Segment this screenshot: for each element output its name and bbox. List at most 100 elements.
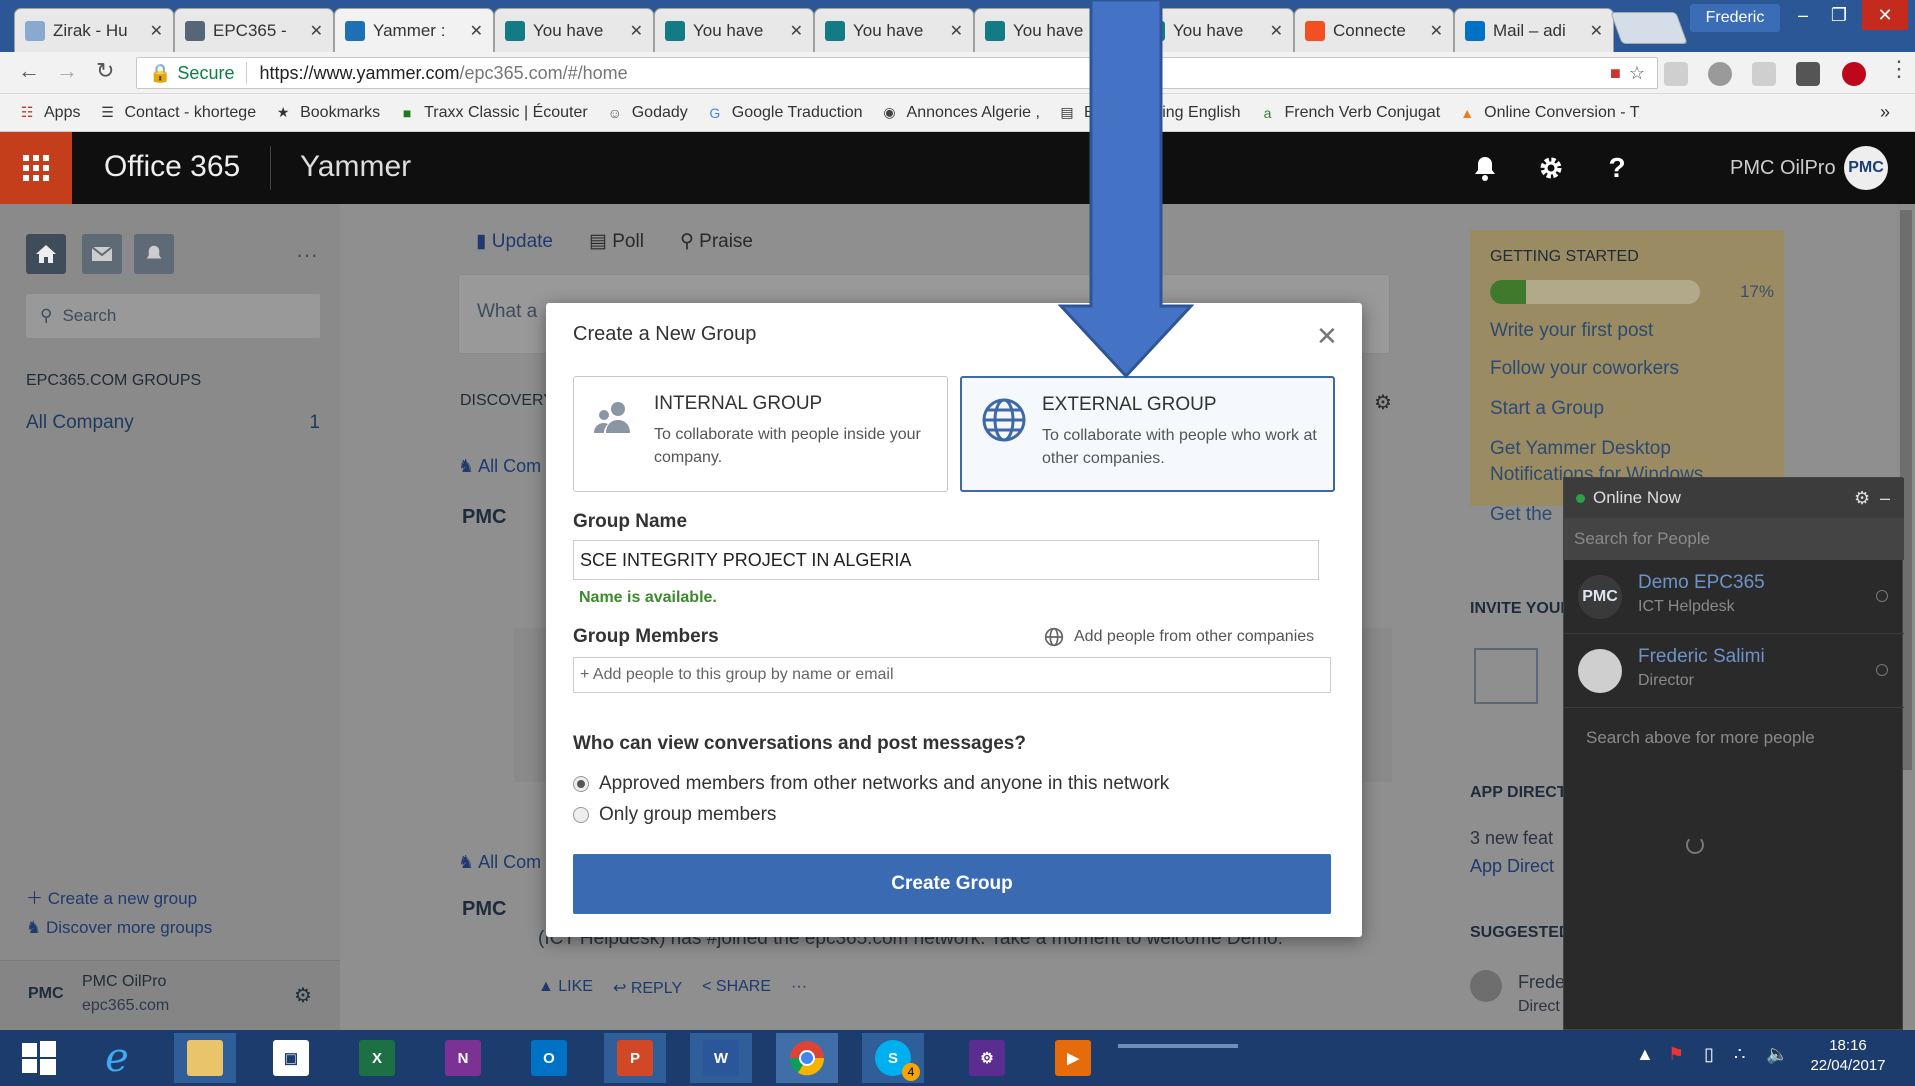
tab-close-icon[interactable]: ✕	[150, 21, 163, 41]
inbox-icon[interactable]	[82, 234, 122, 274]
feed-group-label-2[interactable]: ♞ All Com	[458, 852, 541, 873]
internal-group-option[interactable]: INTERNAL GROUP To collaborate with peopl…	[573, 376, 948, 492]
radio-button-selected[interactable]	[573, 776, 589, 792]
browser-tab[interactable]: EPC365 - ✕	[174, 8, 334, 52]
powerpoint-icon[interactable]: P	[604, 1033, 666, 1083]
notifications-icon[interactable]	[134, 234, 174, 274]
suggested-avatar[interactable]	[1470, 970, 1502, 1002]
person-name[interactable]: Demo EPC365	[1638, 572, 1765, 594]
settings-gear-icon[interactable]	[1518, 132, 1584, 204]
internet-explorer-icon[interactable]: e	[86, 1033, 148, 1083]
media-player-icon[interactable]: ▶	[1042, 1033, 1104, 1083]
online-person[interactable]: PMC Demo EPC365 ICT Helpdesk	[1564, 560, 1904, 634]
onenote-icon[interactable]: N	[432, 1033, 494, 1083]
bookmark-item[interactable]: G Google Traduction	[706, 104, 862, 122]
radio-button[interactable]	[573, 807, 589, 823]
tab-poll[interactable]: ▤ Poll	[589, 230, 644, 253]
members-input[interactable]: + Add people to this group by name or em…	[573, 657, 1331, 693]
browser-tab[interactable]: You have ✕	[814, 8, 974, 52]
app-directory-link[interactable]: App Direct	[1470, 856, 1554, 877]
online-person[interactable]: Frederic Salimi Director	[1564, 634, 1904, 708]
feed-group-label[interactable]: ♞ All Com	[458, 456, 541, 477]
getting-started-step[interactable]: Follow your coworkers	[1490, 358, 1679, 380]
skype-icon[interactable]: S 4	[862, 1033, 924, 1083]
online-now-header[interactable]: Online Now ⚙ –	[1564, 478, 1904, 518]
radio-group-members-only[interactable]: Only group members	[573, 804, 776, 826]
reply-button[interactable]: ↩ REPLY	[613, 978, 682, 998]
bookmark-item[interactable]: ▲ Online Conversion - T	[1458, 104, 1639, 122]
external-group-option[interactable]: EXTERNAL GROUP To collaborate with peopl…	[960, 376, 1335, 492]
outlook-icon[interactable]: O	[518, 1033, 580, 1083]
group-item-all-company[interactable]: All Company 1	[26, 412, 320, 434]
start-icon[interactable]	[8, 1033, 70, 1083]
tab-close-icon[interactable]: ✕	[950, 21, 963, 41]
bookmarks-overflow[interactable]: »	[1880, 102, 1890, 123]
getting-started-step[interactable]: Start a Group	[1490, 398, 1604, 420]
more-actions-button[interactable]: ···	[791, 978, 807, 998]
tray-expand-icon[interactable]: ▲	[1636, 1044, 1654, 1065]
menu-icon[interactable]: ⋮	[1888, 56, 1910, 82]
group-name-input[interactable]: SCE INTEGRITY PROJECT IN ALGERIA	[573, 540, 1319, 580]
skype-extension-icon-2[interactable]	[1752, 62, 1776, 86]
bookmark-item[interactable]: ★ Bookmarks	[274, 104, 380, 122]
network-settings-icon[interactable]: ⚙	[294, 983, 312, 1008]
tab-close-icon[interactable]: ✕	[630, 21, 643, 41]
office365-brand[interactable]: Office 365	[104, 150, 240, 184]
power-icon[interactable]: ▯	[1704, 1044, 1714, 1065]
bookmark-star-icon[interactable]: ☆	[1629, 63, 1645, 84]
browser-tab[interactable]: Yammer : ✕	[334, 8, 494, 52]
tab-close-icon[interactable]: ✕	[310, 21, 323, 41]
tab-update[interactable]: ▮ Update	[476, 230, 553, 253]
network-icon[interactable]: ∴	[1734, 1044, 1745, 1065]
help-icon[interactable]: ?	[1584, 132, 1650, 204]
suggested-name[interactable]: Frede	[1518, 972, 1565, 993]
tab-close-icon[interactable]: ✕	[790, 21, 803, 41]
browser-tab[interactable]: You have ✕	[654, 8, 814, 52]
tab-close-icon[interactable]: ✕	[1430, 21, 1443, 41]
getting-started-step[interactable]: Get the	[1490, 504, 1552, 526]
volume-icon[interactable]: 🔈	[1766, 1044, 1788, 1065]
minimize-chat-icon[interactable]: –	[1880, 488, 1890, 509]
browser-tab[interactable]: Connecte ✕	[1294, 8, 1454, 52]
reload-icon[interactable]: ↻	[96, 58, 114, 84]
pinterest-icon[interactable]	[1842, 62, 1866, 86]
new-tab-button[interactable]	[1610, 12, 1688, 44]
forward-icon[interactable]: →	[56, 58, 78, 84]
radio-approved-members[interactable]: Approved members from other networks and…	[573, 773, 1169, 795]
getting-started-step[interactable]: Get Yammer Desktop	[1490, 438, 1671, 460]
notifications-bell-icon[interactable]	[1452, 132, 1518, 204]
skype-extension-icon[interactable]	[1664, 62, 1688, 86]
bookmark-item[interactable]: ☺ Godady	[606, 104, 688, 122]
post-avatar[interactable]: PMC	[462, 506, 506, 529]
store-icon[interactable]: ▣	[260, 1033, 322, 1083]
like-button[interactable]: ▲ LIKE	[538, 978, 593, 998]
bookmark-item[interactable]: ☰ Contact - khortege	[98, 104, 256, 122]
restore-icon[interactable]: ❐	[1816, 0, 1862, 30]
network-footer[interactable]: PMC PMC OilPro epc365.com ⚙	[0, 960, 340, 1030]
app-launcher-icon[interactable]	[0, 132, 72, 204]
address-bar[interactable]: 🔒 Secure https://www.yammer.com/epc365.c…	[136, 57, 1658, 89]
people-search-input[interactable]: Search for People	[1564, 518, 1904, 560]
bookmark-item[interactable]: ■ Traxx Classic | Écouter	[398, 104, 588, 122]
action-center-icon[interactable]: ⚑	[1668, 1044, 1684, 1065]
avatar[interactable]: PMC	[1844, 146, 1888, 190]
excel-icon[interactable]: X	[346, 1033, 408, 1083]
blocked-popup-icon[interactable]: ■	[1610, 63, 1621, 84]
tab-close-icon[interactable]: ✕	[1590, 21, 1603, 41]
add-external-people-link[interactable]: Add people from other companies	[1044, 627, 1314, 647]
file-explorer-icon[interactable]	[174, 1033, 236, 1083]
close-window-icon[interactable]: ✕	[1862, 0, 1908, 30]
search-input[interactable]: ⚲ Search	[26, 294, 320, 338]
tab-close-icon[interactable]: ✕	[1270, 21, 1283, 41]
app-name[interactable]: Yammer	[300, 150, 411, 184]
person-name[interactable]: Frederic Salimi	[1638, 646, 1765, 668]
chat-settings-icon[interactable]: ⚙	[1854, 488, 1870, 509]
discover-groups-link[interactable]: ♞ Discover more groups	[26, 918, 212, 938]
browser-tab[interactable]: You have ✕	[494, 8, 654, 52]
home-icon[interactable]	[26, 234, 66, 274]
share-button[interactable]: < SHARE	[702, 978, 771, 998]
more-icon[interactable]: ···	[296, 242, 318, 268]
chrome-icon[interactable]	[776, 1033, 838, 1083]
getting-started-step[interactable]: Write your first post	[1490, 320, 1653, 342]
word-icon[interactable]: W	[690, 1033, 752, 1083]
